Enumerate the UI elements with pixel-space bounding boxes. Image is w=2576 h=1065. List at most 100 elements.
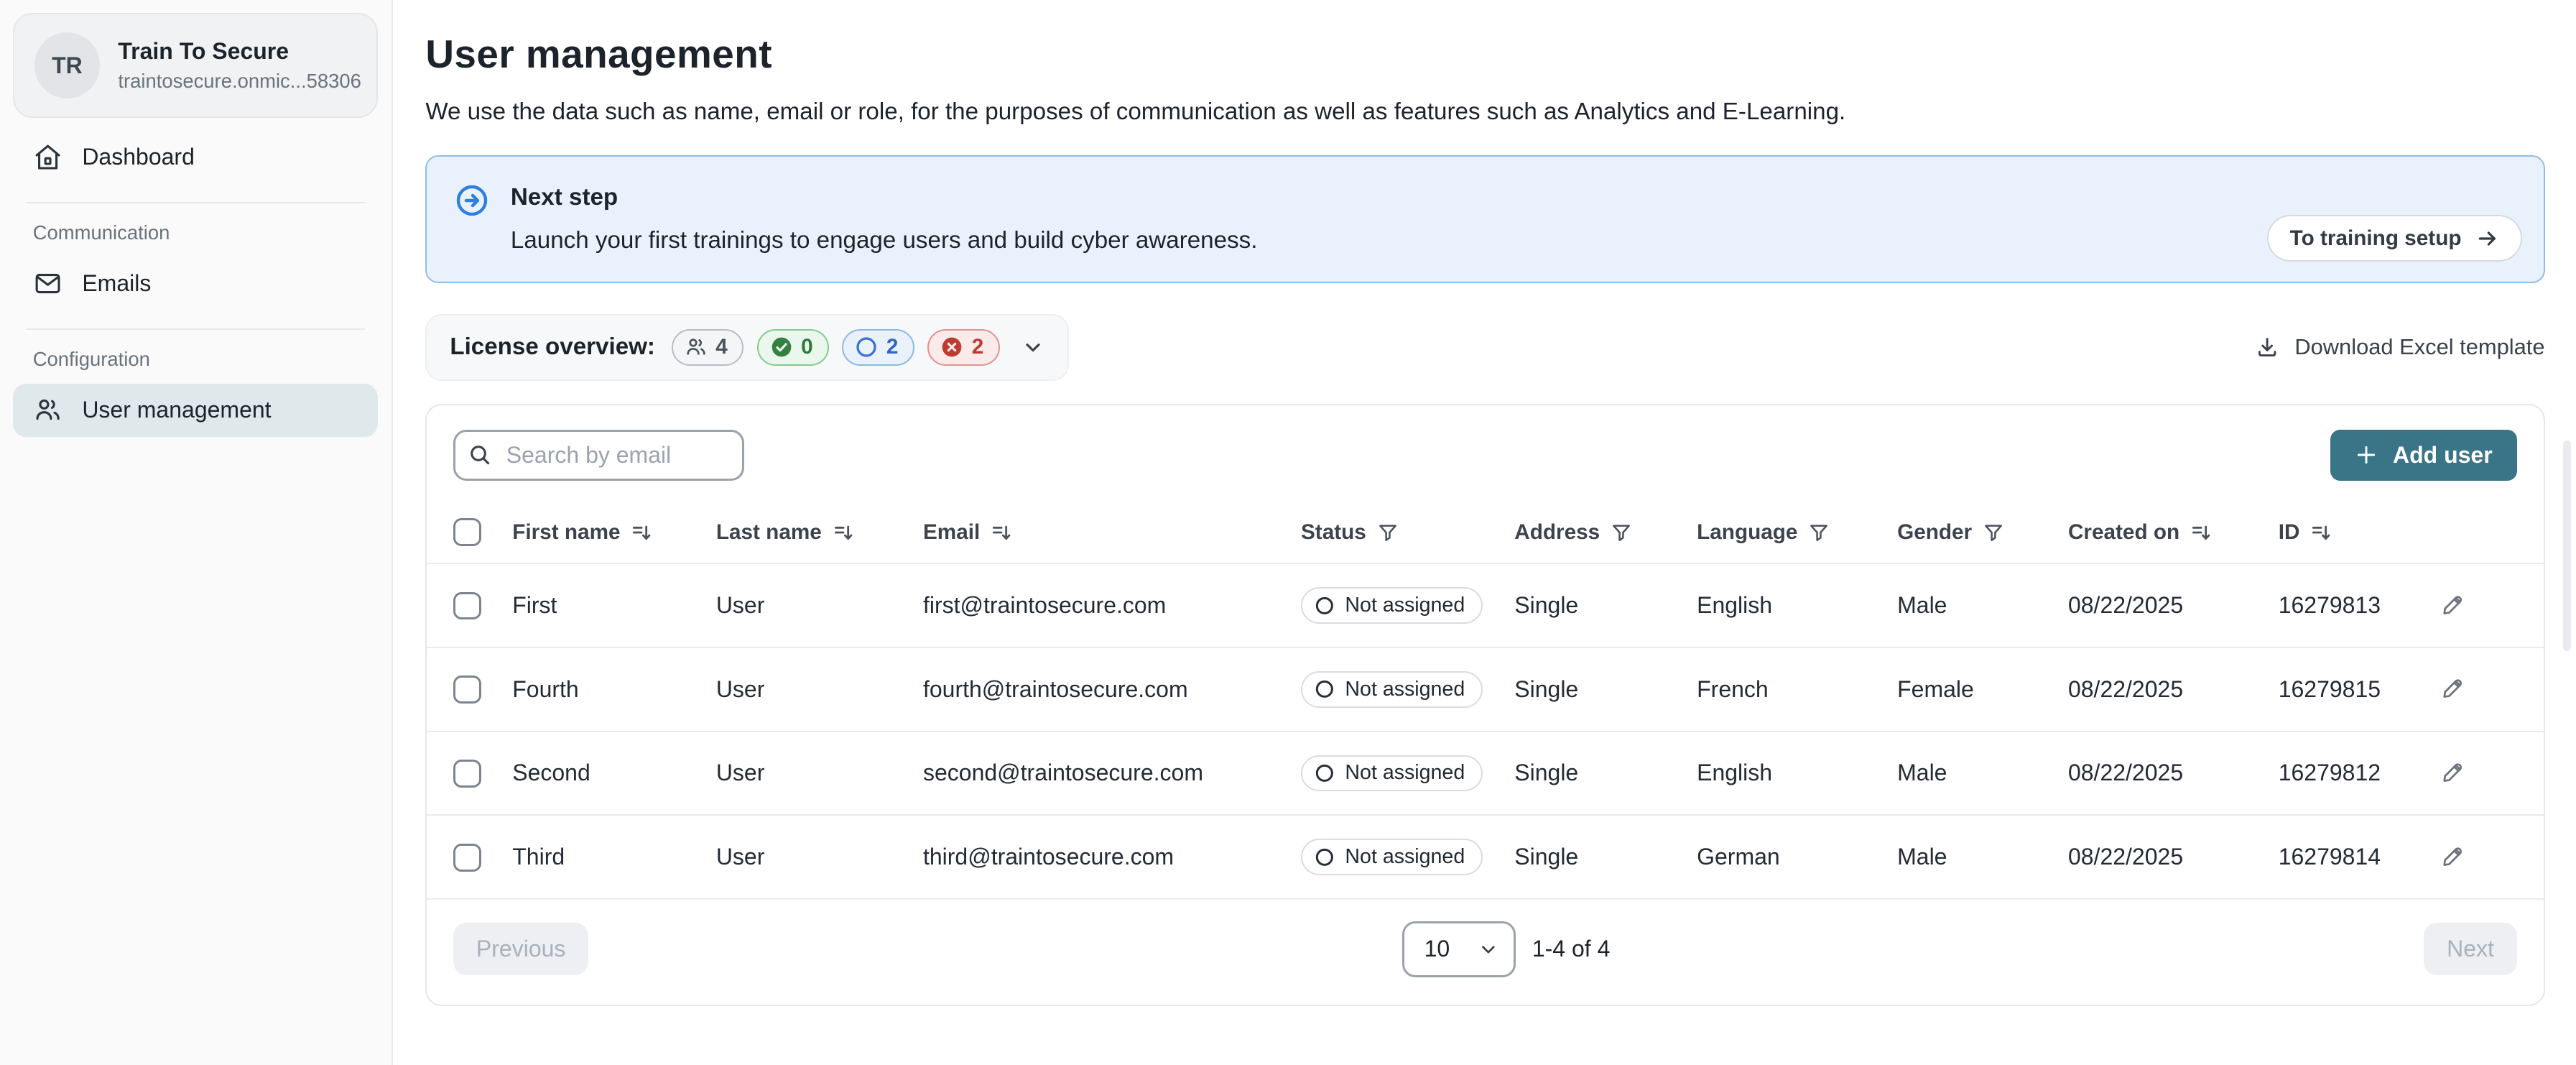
status-label: Not assigned	[1345, 678, 1465, 701]
search-input[interactable]	[453, 430, 744, 481]
users-table: First name Last name Email Status Addres…	[427, 502, 2543, 900]
sort-icon[interactable]	[832, 521, 855, 544]
cell-email: fourth@traintosecure.com	[923, 647, 1301, 732]
download-excel-template-button[interactable]: Download Excel template	[2255, 334, 2544, 360]
column-label: Gender	[1897, 520, 1972, 545]
column-header-address[interactable]: Address	[1514, 520, 1633, 545]
cell-email: first@traintosecure.com	[923, 563, 1301, 647]
edit-user-button-2[interactable]	[2438, 757, 2469, 788]
search-icon	[468, 443, 492, 467]
license-overview-label: License overview:	[450, 333, 655, 361]
column-label: Address	[1514, 520, 1600, 545]
cell-created-on: 08/22/2025	[2068, 815, 2279, 899]
filter-icon[interactable]	[1610, 521, 1633, 544]
table-toolbar: Add user	[427, 405, 2543, 502]
column-header-last-name[interactable]: Last name	[716, 520, 855, 545]
next-page-button[interactable]: Next	[2424, 923, 2517, 976]
cell-gender: Female	[1897, 647, 2068, 732]
sidebar-item-label: Emails	[82, 270, 151, 297]
plus-icon	[2355, 443, 2378, 466]
row-checkbox-1[interactable]	[453, 676, 481, 704]
status-badge: Not assigned	[1301, 755, 1483, 792]
sidebar-nav: Dashboard Communication Emails Configura…	[13, 131, 378, 436]
to-training-setup-button[interactable]: To training setup	[2267, 215, 2522, 262]
badge-total-users: 4	[672, 329, 744, 366]
sort-icon[interactable]	[2190, 521, 2213, 544]
users-icon	[685, 336, 708, 359]
cell-id: 16279814	[2279, 815, 2438, 899]
org-code: 58306	[307, 68, 361, 95]
row-checkbox-0[interactable]	[453, 592, 481, 620]
cell-first-name: Second	[512, 732, 716, 816]
org-avatar: TR	[34, 32, 100, 98]
sidebar-item-emails[interactable]: Emails	[13, 257, 378, 310]
cell-created-on: 08/22/2025	[2068, 647, 2279, 732]
column-header-id[interactable]: ID	[2279, 520, 2332, 545]
page-description: We use the data such as name, email or r…	[425, 93, 1920, 132]
filter-icon[interactable]	[1982, 521, 2005, 544]
pagination-range: 1-4 of 4	[1532, 936, 1611, 962]
sidebar-item-dashboard[interactable]: Dashboard	[13, 131, 378, 183]
cell-language: German	[1697, 815, 1897, 899]
to-training-setup-label: To training setup	[2290, 226, 2462, 251]
download-icon	[2255, 335, 2279, 359]
banner-title: Next step	[511, 181, 1258, 214]
sort-icon[interactable]	[2309, 521, 2332, 544]
column-header-created-on[interactable]: Created on	[2068, 520, 2213, 545]
column-header-first-name[interactable]: First name	[512, 520, 653, 545]
cell-created-on: 08/22/2025	[2068, 732, 2279, 816]
license-row: License overview: 4 0 2	[425, 314, 2544, 380]
cell-gender: Male	[1897, 563, 2068, 647]
license-overview-toggle[interactable]: License overview: 4 0 2	[425, 314, 1068, 380]
edit-user-button-3[interactable]	[2438, 840, 2469, 871]
badge-count: 4	[715, 335, 728, 359]
sidebar-item-user-management[interactable]: User management	[13, 384, 378, 436]
column-header-email[interactable]: Email	[923, 520, 1013, 545]
mail-icon	[33, 269, 62, 298]
filter-icon[interactable]	[1807, 521, 1830, 544]
circle-icon	[855, 336, 878, 359]
sidebar-item-label: Dashboard	[82, 144, 195, 170]
org-name: Train To Secure	[118, 37, 357, 66]
home-icon	[33, 142, 62, 172]
column-header-language[interactable]: Language	[1697, 520, 1830, 545]
chevron-down-icon	[1021, 336, 1044, 359]
previous-page-button[interactable]: Previous	[453, 923, 589, 976]
table-row-1: Fourth User fourth@traintosecure.com Not…	[427, 647, 2543, 732]
pencil-icon	[2441, 760, 2465, 784]
org-domain: traintosecure.onmic...	[118, 68, 306, 95]
sort-icon[interactable]	[990, 521, 1013, 544]
sidebar-section-configuration: Configuration	[13, 330, 378, 381]
badge-count: 2	[886, 335, 899, 359]
add-user-button[interactable]: Add user	[2330, 430, 2517, 481]
cell-gender: Male	[1897, 815, 2068, 899]
column-header-gender[interactable]: Gender	[1897, 520, 2005, 545]
edit-user-button-1[interactable]	[2438, 673, 2469, 704]
status-label: Not assigned	[1345, 845, 1465, 869]
cell-email: second@traintosecure.com	[923, 732, 1301, 816]
table-row-0: First User first@traintosecure.com Not a…	[427, 563, 2543, 647]
cell-first-name: First	[512, 563, 716, 647]
row-checkbox-2[interactable]	[453, 760, 481, 788]
cell-email: third@traintosecure.com	[923, 815, 1301, 899]
cell-last-name: User	[716, 647, 923, 732]
sort-icon[interactable]	[630, 521, 653, 544]
circle-icon	[1314, 678, 1335, 700]
column-label: Language	[1697, 520, 1797, 545]
row-checkbox-3[interactable]	[453, 844, 481, 872]
pagination: Previous 10 1-4 of 4 Next	[427, 900, 2543, 1005]
column-label: ID	[2279, 520, 2300, 545]
select-all-checkbox[interactable]	[453, 518, 481, 546]
org-switcher[interactable]: TR Train To Secure traintosecure.onmic..…	[13, 13, 378, 118]
column-header-status[interactable]: Status	[1301, 520, 1399, 545]
filter-icon[interactable]	[1376, 521, 1399, 544]
page-size-value: 10	[1424, 936, 1450, 962]
edit-user-button-0[interactable]	[2438, 589, 2469, 619]
scrollbar-thumb[interactable]	[2563, 441, 2571, 651]
column-label: Status	[1301, 520, 1366, 545]
column-label: Email	[923, 520, 980, 545]
circle-icon	[1314, 595, 1335, 617]
status-label: Not assigned	[1345, 761, 1465, 785]
page-size-select[interactable]: 10	[1402, 921, 1516, 977]
main-content: User management We use the data such as …	[393, 0, 2576, 1065]
